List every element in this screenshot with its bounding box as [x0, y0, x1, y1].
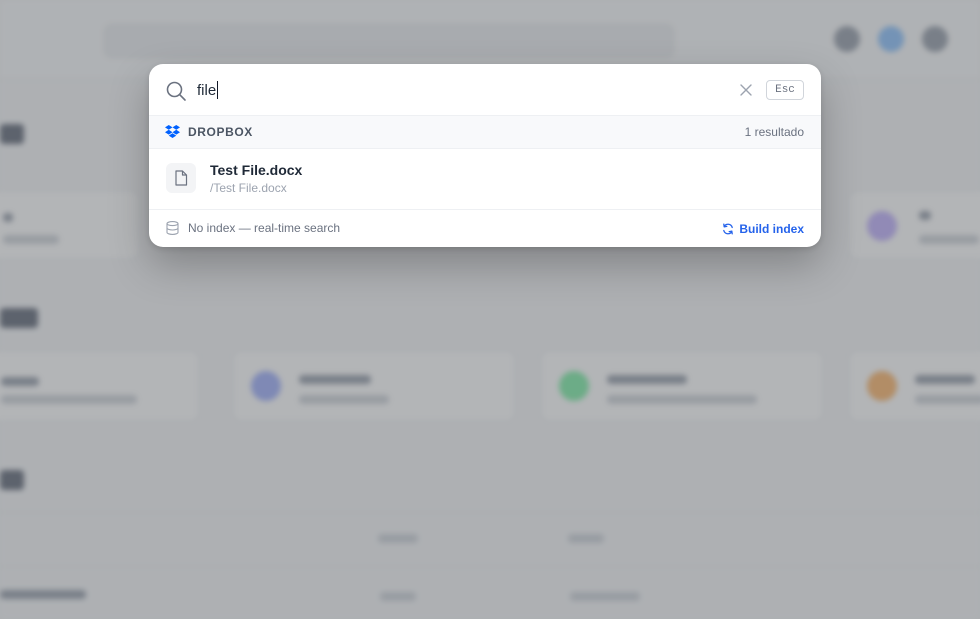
build-index-label: Build index: [739, 222, 804, 236]
result-file-name: Test File.docx: [210, 162, 303, 178]
esc-close-button[interactable]: Esc: [766, 80, 804, 100]
result-file-path: /Test File.docx: [210, 181, 287, 195]
search-input[interactable]: [197, 78, 717, 102]
search-result-item[interactable]: Test File.docx /Test File.docx: [149, 149, 821, 209]
search-bar: Esc: [149, 64, 821, 116]
text-caret: [217, 81, 218, 99]
index-status-text: No index — real-time search: [188, 221, 341, 235]
modal-footer: No index — real-time search Build index: [149, 209, 821, 247]
database-icon: [166, 221, 179, 235]
file-icon: [166, 163, 196, 193]
clear-search-button[interactable]: [737, 81, 755, 99]
search-icon: [165, 80, 187, 102]
result-group-header: DROPBOX 1 resultado: [149, 116, 821, 149]
close-icon: [740, 84, 752, 96]
build-index-button[interactable]: Build index: [722, 220, 804, 238]
group-label: DROPBOX: [188, 125, 253, 139]
search-modal: Esc DROPBOX 1 resultado Test File.docx /…: [149, 64, 821, 247]
dropbox-icon: [165, 125, 180, 139]
refresh-icon: [723, 223, 734, 235]
result-count: 1 resultado: [744, 125, 804, 139]
